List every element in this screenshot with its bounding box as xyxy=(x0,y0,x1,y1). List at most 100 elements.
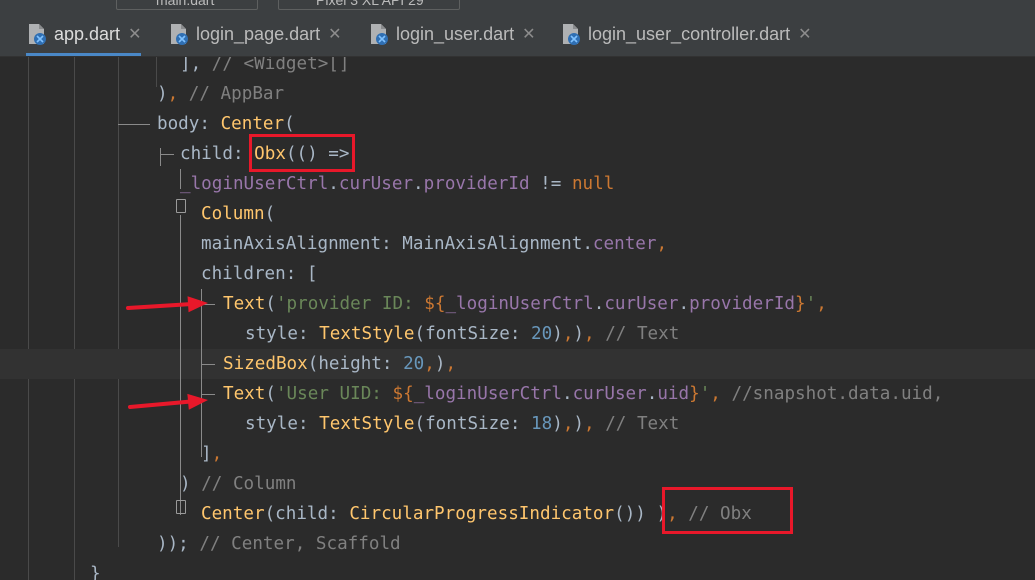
code-line[interactable]: mainAxisAlignment: MainAxisAlignment.cen… xyxy=(0,229,1035,259)
code-token: _loginUserCtrl xyxy=(445,294,594,314)
dart-file-icon xyxy=(563,24,580,45)
dart-file-icon xyxy=(371,24,388,45)
editor-tab-bar: app.dart ✕ login_page.dart ✕ login_user.dart… xyxy=(0,14,1035,57)
annotation-box xyxy=(662,487,793,534)
code-line[interactable]: Column( xyxy=(0,199,1035,229)
code-token: != xyxy=(529,174,572,194)
code-token: 'User UID: xyxy=(275,384,393,404)
code-line[interactable]: ) // Column xyxy=(0,469,1035,499)
close-icon[interactable]: ✕ xyxy=(798,24,811,44)
code-line[interactable]: SizedBox(height: 20,), xyxy=(0,349,1035,379)
code-line[interactable]: body: Center( xyxy=(0,109,1035,139)
code-token: (fontSize: xyxy=(414,414,532,434)
code-token: , xyxy=(584,414,606,434)
code-token: ) xyxy=(434,354,446,374)
code-token: 20 xyxy=(403,354,425,374)
code-token: // Column xyxy=(201,474,297,494)
code-token: curUser xyxy=(604,294,679,314)
run-config-label: main.dart xyxy=(156,0,215,8)
tab-label: login_page.dart xyxy=(196,23,321,44)
code-token: style: xyxy=(245,324,320,344)
code-token: TextStyle xyxy=(319,414,415,434)
code-token: ) xyxy=(573,324,584,344)
tab-label: app.dart xyxy=(54,23,121,44)
code-token: (height: xyxy=(307,354,404,374)
code-token: ) xyxy=(552,324,563,344)
code-line[interactable]: children: [ xyxy=(0,259,1035,289)
annotation-arrow xyxy=(126,296,208,313)
code-line[interactable]: child: Obx(() => xyxy=(0,139,1035,169)
code-line[interactable]: ], xyxy=(0,439,1035,469)
tree-connector xyxy=(201,364,215,365)
code-token: Column xyxy=(201,204,265,224)
code-token: SizedBox xyxy=(223,354,308,374)
code-token: child: xyxy=(180,144,255,164)
code-token: CircularProgressIndicator xyxy=(349,504,615,524)
code-token: , xyxy=(710,384,732,404)
code-line[interactable]: ], // <Widget>[] xyxy=(0,57,1035,79)
code-token: } xyxy=(689,384,700,404)
code-text: ), // AppBar xyxy=(157,79,284,109)
code-text: ], xyxy=(201,439,222,469)
tab-login-page-dart[interactable]: login_page.dart ✕ xyxy=(168,14,342,54)
close-icon[interactable]: ✕ xyxy=(522,24,535,44)
code-token: TextStyle xyxy=(319,324,415,344)
code-token: ) xyxy=(157,84,168,104)
code-token: ) xyxy=(180,474,202,494)
code-token: , xyxy=(424,354,435,374)
code-text: )); // Center, Scaffold xyxy=(157,529,401,559)
code-token: . xyxy=(678,294,690,314)
fold-marker xyxy=(176,199,186,213)
code-text: SizedBox(height: 20,), xyxy=(223,349,456,379)
code-token: } xyxy=(90,564,101,580)
code-token: null xyxy=(571,174,615,194)
code-token: Text xyxy=(223,294,266,314)
code-token: ( xyxy=(265,294,276,314)
tree-connector xyxy=(160,148,161,166)
code-token: curUser xyxy=(338,174,414,194)
code-token: . xyxy=(561,384,573,404)
code-token: . xyxy=(646,384,658,404)
code-token: (child: xyxy=(264,504,350,524)
code-line[interactable]: ), // AppBar xyxy=(0,79,1035,109)
code-token: , xyxy=(584,324,606,344)
code-line[interactable]: style: TextStyle(fontSize: 20),), // Tex… xyxy=(0,319,1035,349)
code-line[interactable]: } xyxy=(0,559,1035,580)
close-icon[interactable]: ✕ xyxy=(328,24,341,44)
annotation-box xyxy=(249,134,355,172)
code-token: ( xyxy=(265,384,276,404)
tree-connector xyxy=(160,154,174,155)
close-icon[interactable]: ✕ xyxy=(128,24,141,44)
tab-label: login_user_controller.dart xyxy=(588,23,791,44)
code-token: , xyxy=(656,234,668,254)
code-line[interactable]: )); // Center, Scaffold xyxy=(0,529,1035,559)
code-line[interactable]: Center(child: CircularProgressIndicator(… xyxy=(0,499,1035,529)
code-token: Center xyxy=(201,504,265,524)
code-token: , xyxy=(167,84,189,104)
tab-login-user-dart[interactable]: login_user.dart ✕ xyxy=(368,14,536,54)
tab-login-user-controller-dart[interactable]: login_user_controller.dart ✕ xyxy=(560,14,812,54)
code-token: uid xyxy=(657,384,690,404)
code-text: _loginUserCtrl.curUser.providerId != nul… xyxy=(180,169,614,199)
code-text: style: TextStyle(fontSize: 18),), // Tex… xyxy=(245,409,679,439)
code-text: ) // Column xyxy=(180,469,297,499)
code-editor[interactable]: ], // <Widget>[]), // AppBar body: Center… xyxy=(0,57,1035,580)
tree-connector xyxy=(118,124,150,125)
code-token: 'provider ID: xyxy=(275,294,425,314)
code-text: } xyxy=(90,559,101,580)
code-token: , xyxy=(211,444,223,464)
code-token: , xyxy=(445,354,457,374)
code-line[interactable]: _loginUserCtrl.curUser.providerId != nul… xyxy=(0,169,1035,199)
run-toolbar-strip: main.dart Pixel 3 XL API 29 xyxy=(0,0,1035,14)
code-text: Column( xyxy=(201,199,275,229)
code-token: // Text xyxy=(605,324,680,344)
device-label: Pixel 3 XL API 29 xyxy=(316,0,424,8)
code-token: } xyxy=(795,294,806,314)
code-token: . xyxy=(593,294,605,314)
dart-file-icon xyxy=(29,24,46,45)
code-token: . xyxy=(413,174,424,194)
tab-app-dart[interactable]: app.dart ✕ xyxy=(12,14,142,56)
code-token: _loginUserCtrl xyxy=(413,384,562,404)
code-token: ()) xyxy=(614,504,657,524)
code-token: ], xyxy=(180,57,212,74)
